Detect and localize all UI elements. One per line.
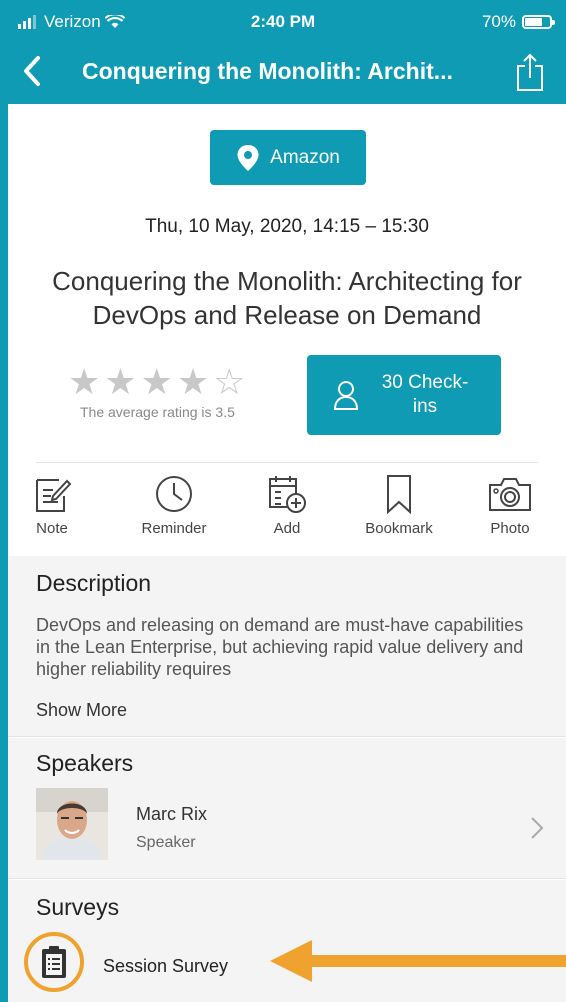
action-label: Photo (490, 520, 530, 537)
reminder-button[interactable]: Reminder (124, 474, 224, 537)
location-button[interactable]: Amazon (210, 130, 366, 185)
star-rating[interactable]: ★ ★ ★ ★ ☆ (68, 362, 288, 402)
action-label: Bookmark (365, 520, 433, 537)
speakers-heading: Speakers (36, 750, 134, 776)
battery-percent: 70% (481, 12, 516, 31)
speakers-section: Speakers Marc Rix Speaker (8, 738, 566, 879)
rating-widget[interactable]: ★ ★ ★ ★ ☆ The average rating is 3.5 (68, 362, 288, 421)
note-button[interactable]: Note (8, 474, 102, 537)
session-title: Conquering the Monolith: Architecting fo… (52, 266, 522, 330)
description-section: Description DevOps and releasing on dema… (8, 556, 566, 737)
star-icon[interactable]: ★ (104, 362, 136, 402)
checkin-button[interactable]: 30 Check-ins (307, 355, 501, 435)
camera-icon (489, 478, 531, 511)
nav-bar: Conquering the Monolith: Archit... (0, 40, 566, 104)
calendar-add-icon (269, 476, 306, 513)
action-label: Add (273, 520, 301, 537)
survey-label: Session Survey (103, 956, 229, 976)
speaker-role: Speaker (136, 834, 196, 851)
person-icon (333, 381, 359, 410)
share-icon[interactable] (514, 52, 546, 92)
note-icon (36, 479, 71, 512)
speaker-name: Marc Rix (136, 804, 207, 824)
rating-text: The average rating is 3.5 (80, 404, 235, 420)
description-text: DevOps and releasing on demand are must-… (36, 615, 524, 679)
map-pin-icon (237, 144, 259, 171)
surveys-section: Surveys Session Survey (8, 880, 566, 1002)
location-label: Amazon (270, 146, 340, 168)
page-title: Conquering the Monolith: Archit... (82, 58, 453, 84)
description-heading: Description (36, 570, 152, 596)
action-label: Reminder (141, 520, 207, 537)
star-icon[interactable]: ★ (141, 362, 173, 402)
app-frame: Verizon 2:40 PM 70% Conquering the Monol… (0, 0, 566, 1002)
bookmark-button[interactable]: Bookmark (349, 474, 449, 537)
photo-button[interactable]: Photo (460, 474, 560, 537)
show-more-link[interactable]: Show More (36, 700, 127, 721)
star-icon[interactable]: ★ (177, 362, 209, 402)
clock-icon (156, 476, 192, 512)
checkin-label: 30 Check-ins (381, 372, 469, 417)
session-detail: Amazon Thu, 10 May, 2020, 14:15 – 15:30 … (8, 104, 566, 1002)
avatar (36, 788, 108, 860)
chevron-right-icon (531, 817, 544, 839)
session-datetime: Thu, 10 May, 2020, 14:15 – 15:30 (145, 216, 429, 237)
star-outline-icon[interactable]: ☆ (213, 362, 245, 402)
star-icon[interactable]: ★ (68, 362, 100, 402)
divider (36, 462, 538, 463)
clipboard-icon (42, 946, 66, 978)
chevron-left-icon[interactable] (18, 54, 48, 88)
action-bar: Note Reminder Add Bookmark Photo (8, 474, 566, 546)
survey-icon-highlight[interactable] (24, 932, 84, 992)
surveys-heading: Surveys (36, 894, 120, 920)
arrow-left-icon (270, 940, 566, 982)
bookmark-icon (387, 475, 411, 514)
action-label: Note (36, 520, 68, 537)
add-calendar-button[interactable]: Add (237, 474, 337, 537)
status-bar: Verizon 2:40 PM 70% (0, 0, 566, 40)
battery-icon (522, 15, 555, 29)
battery-indicator: 70% (481, 12, 555, 32)
